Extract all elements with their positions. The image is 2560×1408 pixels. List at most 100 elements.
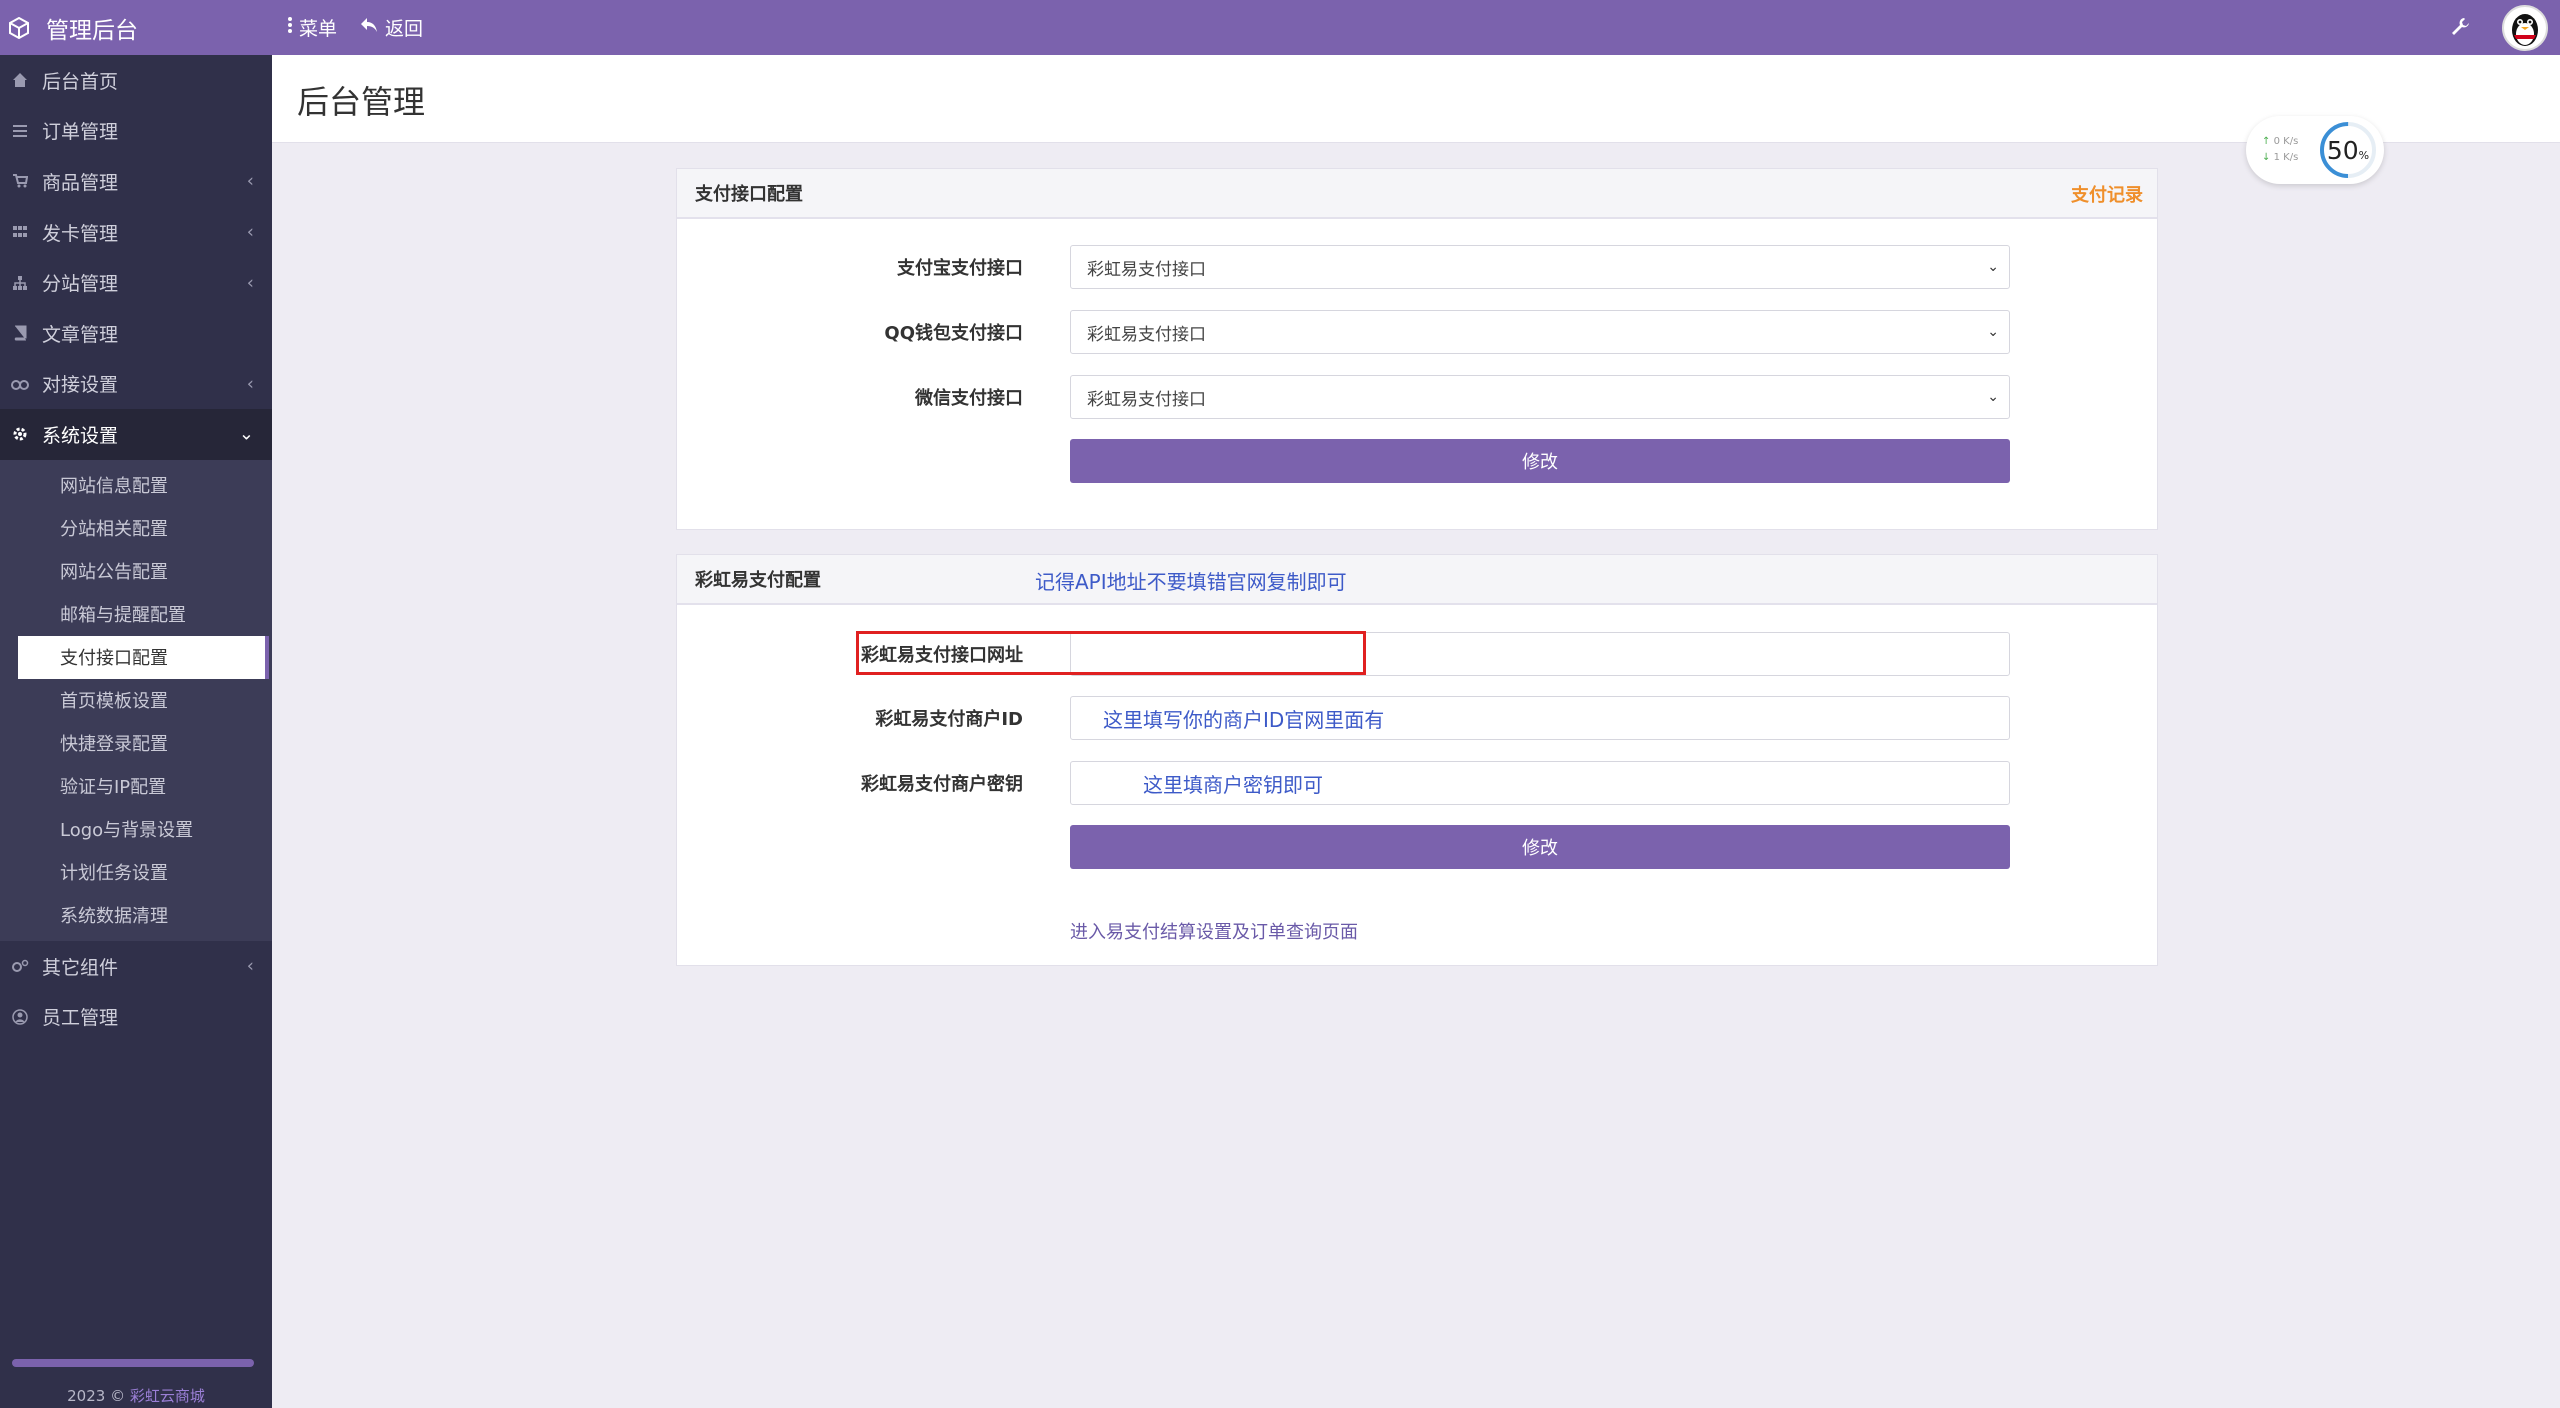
submenu-item[interactable]: 验证与IP配置 [18, 765, 272, 808]
submenu-item[interactable]: 计划任务设置 [18, 851, 272, 894]
cogs-icon [10, 956, 30, 976]
home-icon [10, 70, 30, 90]
chevron-down-icon: ⌄ [1987, 324, 1999, 340]
chevron-down-icon: ⌄ [238, 423, 254, 445]
link-icon [10, 374, 30, 394]
payment-interface-panel: 支付接口配置 支付记录 支付宝支付接口 彩虹易支付接口 ⌄ QQ钱包支付接口 彩… [676, 168, 2158, 530]
submenu-item[interactable]: 网站信息配置 [18, 464, 272, 507]
submenu-item[interactable]: 首页模板设置 [18, 679, 272, 722]
chevron-down-icon: ⌄ [1987, 259, 1999, 275]
select-value: 彩虹易支付接口 [1087, 324, 1206, 345]
cart-icon [10, 171, 30, 191]
page-title: 后台管理 [297, 83, 426, 121]
field-label: 支付宝支付接口 [897, 258, 1023, 279]
sidebar-item-label: 员工管理 [42, 1007, 119, 1030]
menu-label: 菜单 [299, 18, 338, 40]
submenu-item[interactable]: 系统数据清理 [18, 894, 272, 937]
chevron-left-icon: ‹ [246, 170, 254, 192]
select-value: 彩虹易支付接口 [1087, 259, 1206, 280]
upload-rate: 0 [2273, 136, 2280, 147]
input-value: 这里填写你的商户ID官网里面有 [1103, 707, 1385, 732]
arrow-up-icon: ↑ [2262, 136, 2271, 147]
sidebar-item-docking[interactable]: 对接设置 ‹ [0, 359, 272, 410]
sidebar-item-orders[interactable]: 订单管理 [0, 106, 272, 157]
gear-icon [10, 424, 30, 444]
sidebar-scrollbar[interactable] [12, 1359, 254, 1367]
brand[interactable]: 管理后台 [0, 0, 272, 55]
panel-title: 支付接口配置 [695, 184, 803, 205]
submit-button[interactable]: 修改 [1070, 825, 2010, 869]
cube-icon [6, 15, 32, 41]
submenu-item[interactable]: 分站相关配置 [18, 507, 272, 550]
panel-header: 支付接口配置 支付记录 [677, 169, 2157, 219]
chevron-left-icon: ‹ [246, 272, 254, 294]
sidebar-item-label: 系统设置 [42, 424, 119, 447]
sidebar-item-cards[interactable]: 发卡管理 ‹ [0, 207, 272, 258]
sidebar-item-system-settings[interactable]: 系统设置 ⌄ [0, 409, 272, 460]
form-row-merchant-id: 彩虹易支付商户ID 这里填写你的商户ID官网里面有 [677, 696, 2159, 740]
epay-config-panel: 彩虹易支付配置 记得API地址不要填错官网复制即可 彩虹易支付接口网址 彩虹易支… [676, 554, 2158, 966]
percent-value: 50 [2326, 135, 2359, 165]
sidebar-item-staff[interactable]: 员工管理 [0, 991, 272, 1042]
page-header: 后台管理 [272, 55, 2560, 143]
alipay-interface-select[interactable]: 彩虹易支付接口 ⌄ [1070, 245, 2010, 289]
panel-title: 彩虹易支付配置 [695, 570, 821, 591]
field-label: QQ钱包支付接口 [884, 323, 1023, 344]
sidebar-item-products[interactable]: 商品管理 ‹ [0, 156, 272, 207]
form-row-alipay: 支付宝支付接口 彩虹易支付接口 ⌄ [677, 245, 2159, 289]
form-row-merchant-key: 彩虹易支付商户密钥 这里填商户密钥即可 [677, 761, 2159, 805]
grid-icon [10, 222, 30, 242]
settlement-page-link[interactable]: 进入易支付结算设置及订单查询页面 [1070, 918, 1358, 944]
form-row-qq: QQ钱包支付接口 彩虹易支付接口 ⌄ [677, 310, 2159, 354]
rate-unit: K/s [2283, 136, 2299, 147]
submenu-item[interactable]: 网站公告配置 [18, 550, 272, 593]
submenu-item-active[interactable]: 支付接口配置 [18, 635, 269, 679]
sidebar-item-other-components[interactable]: 其它组件 ‹ [0, 941, 272, 992]
select-value: 彩虹易支付接口 [1087, 389, 1206, 410]
submenu-item[interactable]: 快捷登录配置 [18, 722, 272, 765]
network-speed-widget[interactable]: ↑ 0 K/s ↓ 1 K/s 50% [2246, 116, 2384, 184]
payment-records-link[interactable]: 支付记录 [2071, 169, 2143, 219]
app-title: 管理后台 [46, 17, 138, 44]
sidebar-item-label: 订单管理 [42, 121, 119, 144]
user-avatar[interactable] [2502, 4, 2548, 51]
submenu-item[interactable]: Logo与背景设置 [18, 808, 272, 851]
list-icon [10, 121, 30, 141]
copyright: 2023 © 彩虹云商城 [0, 1385, 272, 1406]
network-rates: ↑ 0 K/s ↓ 1 K/s [2262, 134, 2298, 166]
sidebar-item-label: 分站管理 [42, 273, 119, 296]
wechat-interface-select[interactable]: 彩虹易支付接口 ⌄ [1070, 375, 2010, 419]
arrow-down-icon: ↓ [2262, 152, 2271, 163]
merchant-id-input[interactable]: 这里填写你的商户ID官网里面有 [1070, 696, 2010, 740]
sidebar-item-label: 后台首页 [42, 70, 119, 93]
system-settings-submenu: 网站信息配置 分站相关配置 网站公告配置 邮箱与提醒配置 支付接口配置 首页模板… [0, 459, 272, 941]
sidebar-item-label: 其它组件 [42, 956, 119, 979]
download-rate: 1 [2273, 152, 2280, 163]
qqpay-interface-select[interactable]: 彩虹易支付接口 ⌄ [1070, 310, 2010, 354]
copyright-year: 2023 © [67, 1387, 126, 1405]
merchant-key-input[interactable]: 这里填商户密钥即可 [1070, 761, 2010, 805]
chevron-left-icon: ‹ [246, 373, 254, 395]
copyright-link[interactable]: 彩虹云商城 [130, 1387, 205, 1405]
penguin-avatar-icon [2512, 13, 2538, 46]
sidebar-item-substations[interactable]: 分站管理 ‹ [0, 257, 272, 308]
wrench-icon[interactable] [2450, 16, 2470, 40]
input-value: 这里填商户密钥即可 [1143, 772, 1323, 797]
back-button[interactable]: 返回 [359, 14, 423, 41]
book-icon [10, 323, 30, 343]
back-label: 返回 [385, 18, 424, 40]
reply-icon [359, 16, 379, 39]
api-note: 记得API地址不要填错官网复制即可 [1035, 569, 1347, 594]
field-label: 微信支付接口 [915, 388, 1023, 409]
submit-button[interactable]: 修改 [1070, 439, 2010, 483]
user-icon [10, 1007, 30, 1027]
chevron-down-icon: ⌄ [1987, 389, 1999, 405]
submenu-item[interactable]: 邮箱与提醒配置 [18, 593, 272, 636]
sidebar-item-label: 对接设置 [42, 374, 119, 397]
menu-toggle-button[interactable]: 菜单 [287, 14, 337, 41]
memory-percent: 50% [2318, 120, 2378, 180]
rate-unit: K/s [2283, 152, 2299, 163]
sidebar-item-articles[interactable]: 文章管理 [0, 308, 272, 359]
sidebar-item-home[interactable]: 后台首页 [0, 55, 272, 106]
top-bar: 管理后台 菜单 返回 [0, 0, 2560, 55]
